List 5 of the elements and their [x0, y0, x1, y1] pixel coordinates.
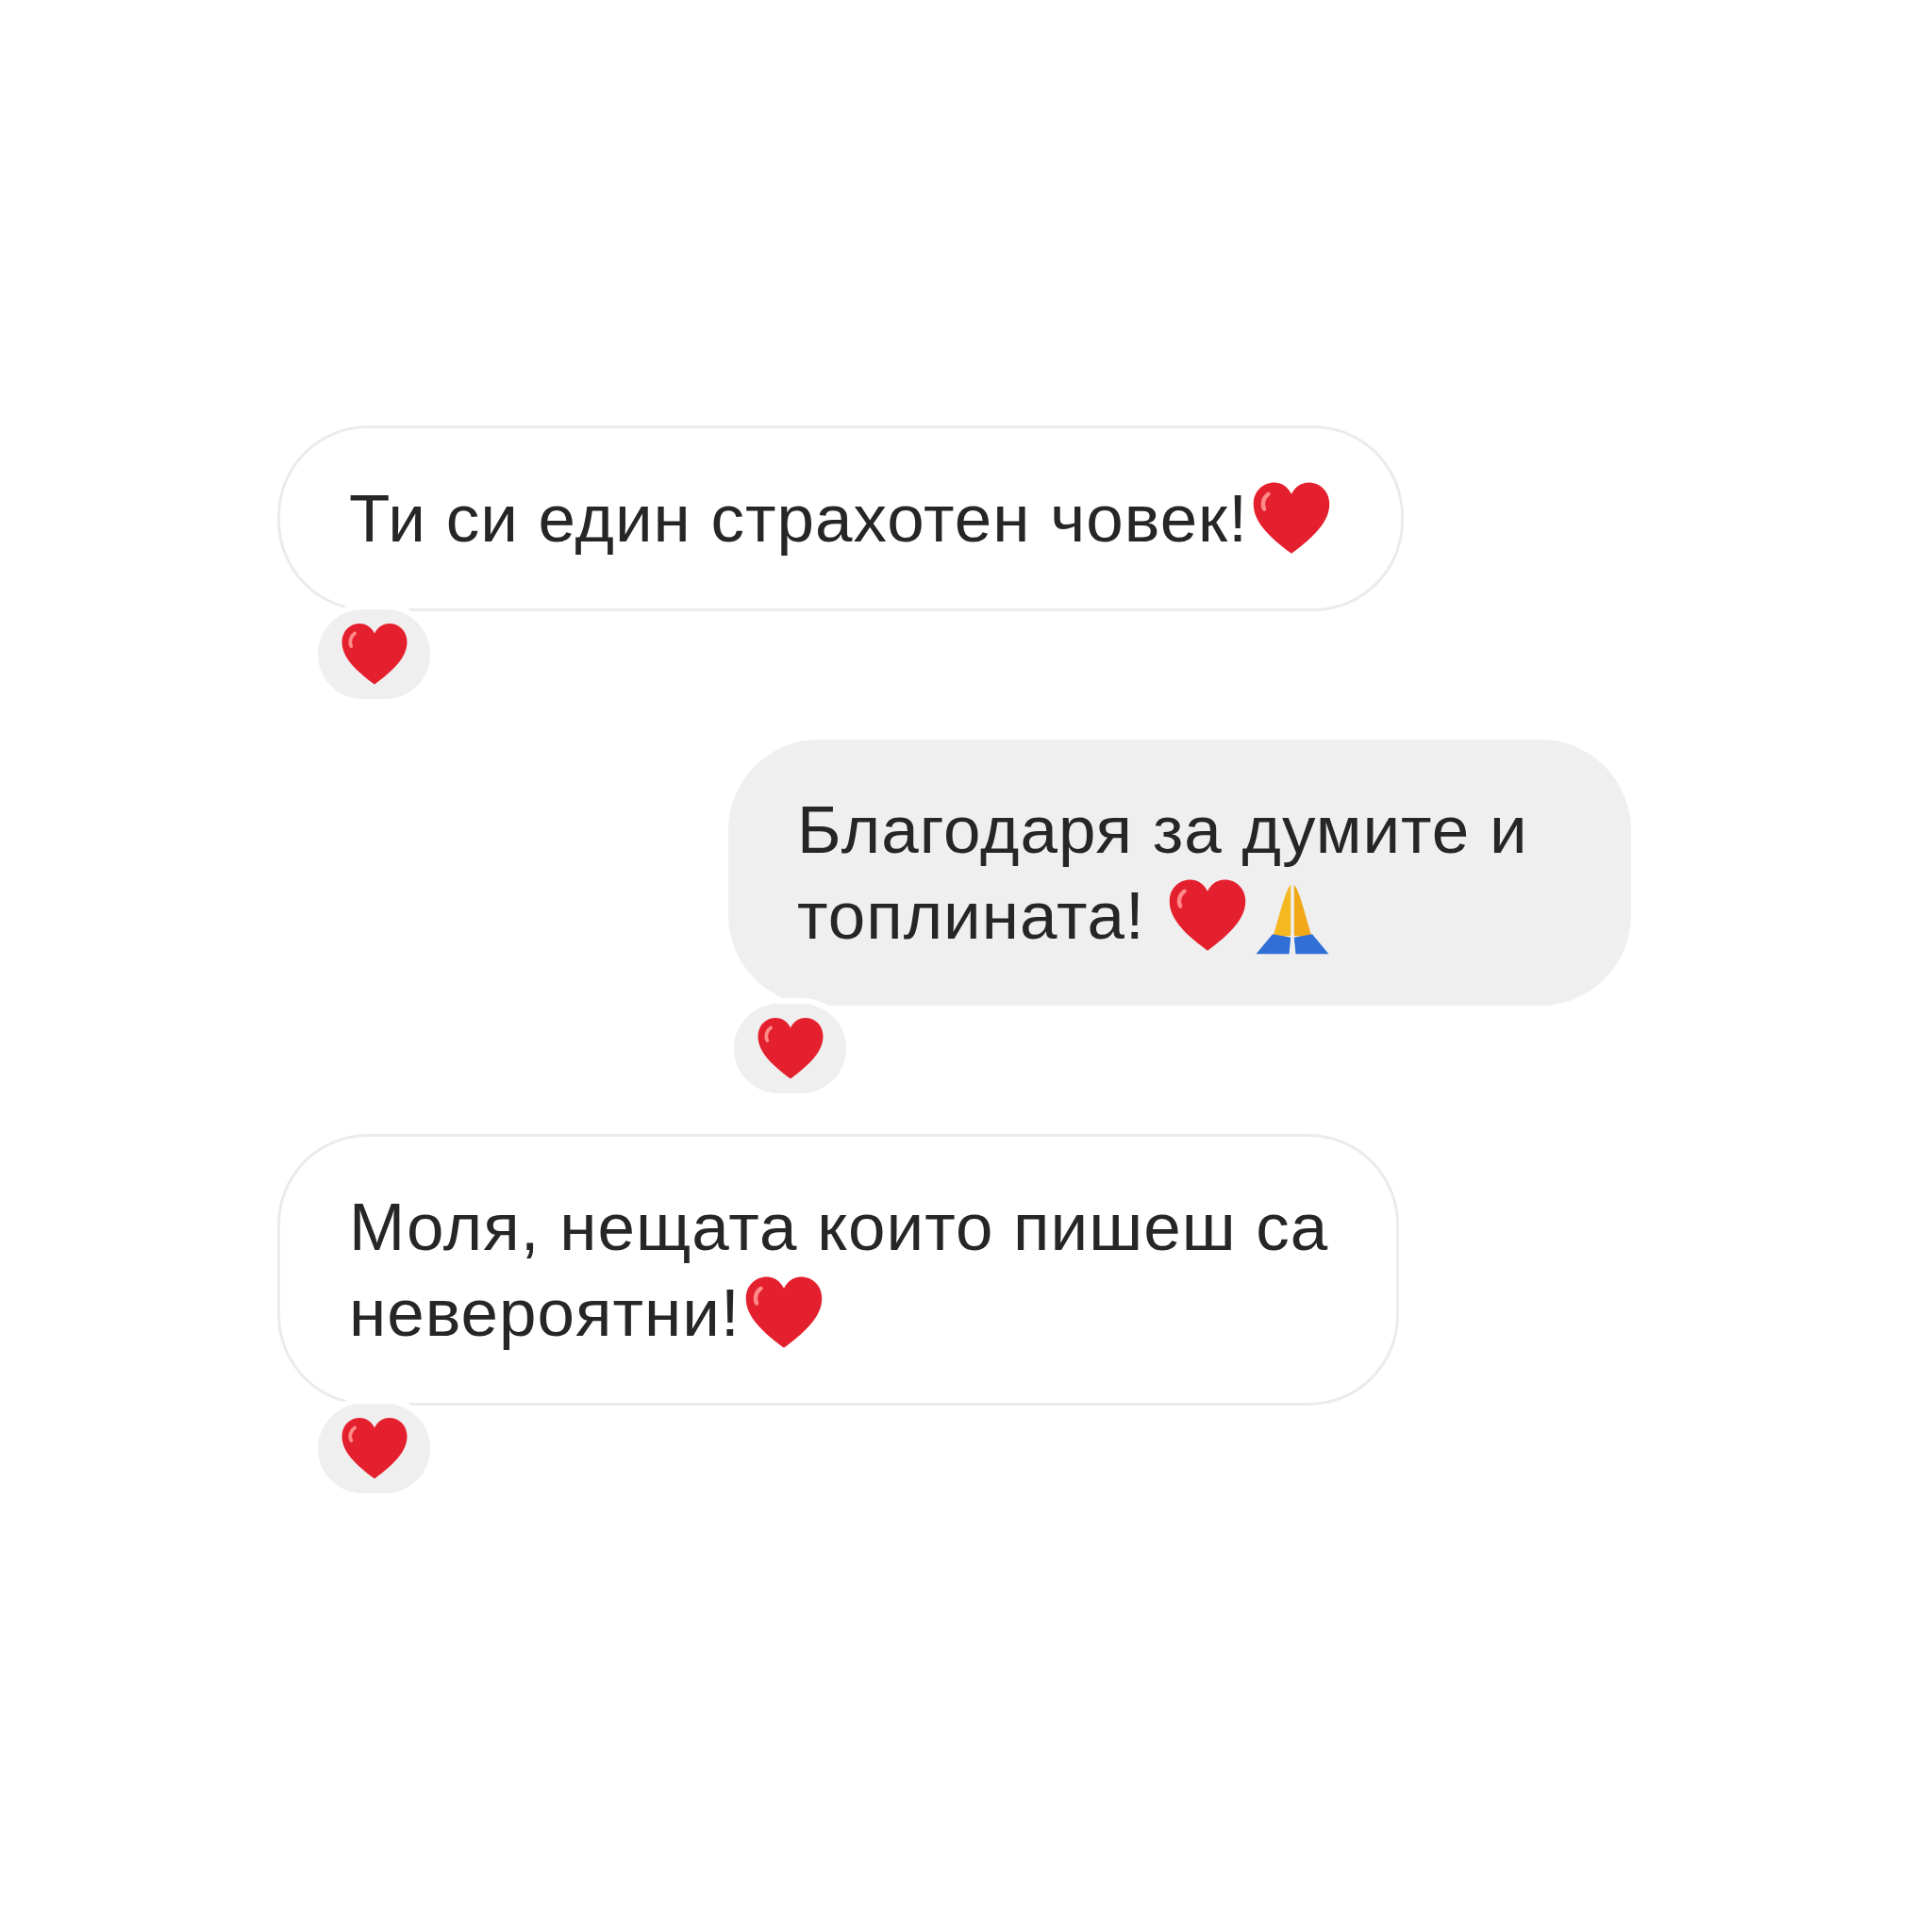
message-text: Благодаря за думите и	[797, 791, 1528, 869]
message-text: невероятни!	[349, 1274, 741, 1352]
message-text: топлината!	[797, 877, 1145, 955]
message-text: Ти си един страхотен човек!	[349, 480, 1248, 558]
message-text: Моля, нещата които пишеш са	[349, 1189, 1329, 1266]
